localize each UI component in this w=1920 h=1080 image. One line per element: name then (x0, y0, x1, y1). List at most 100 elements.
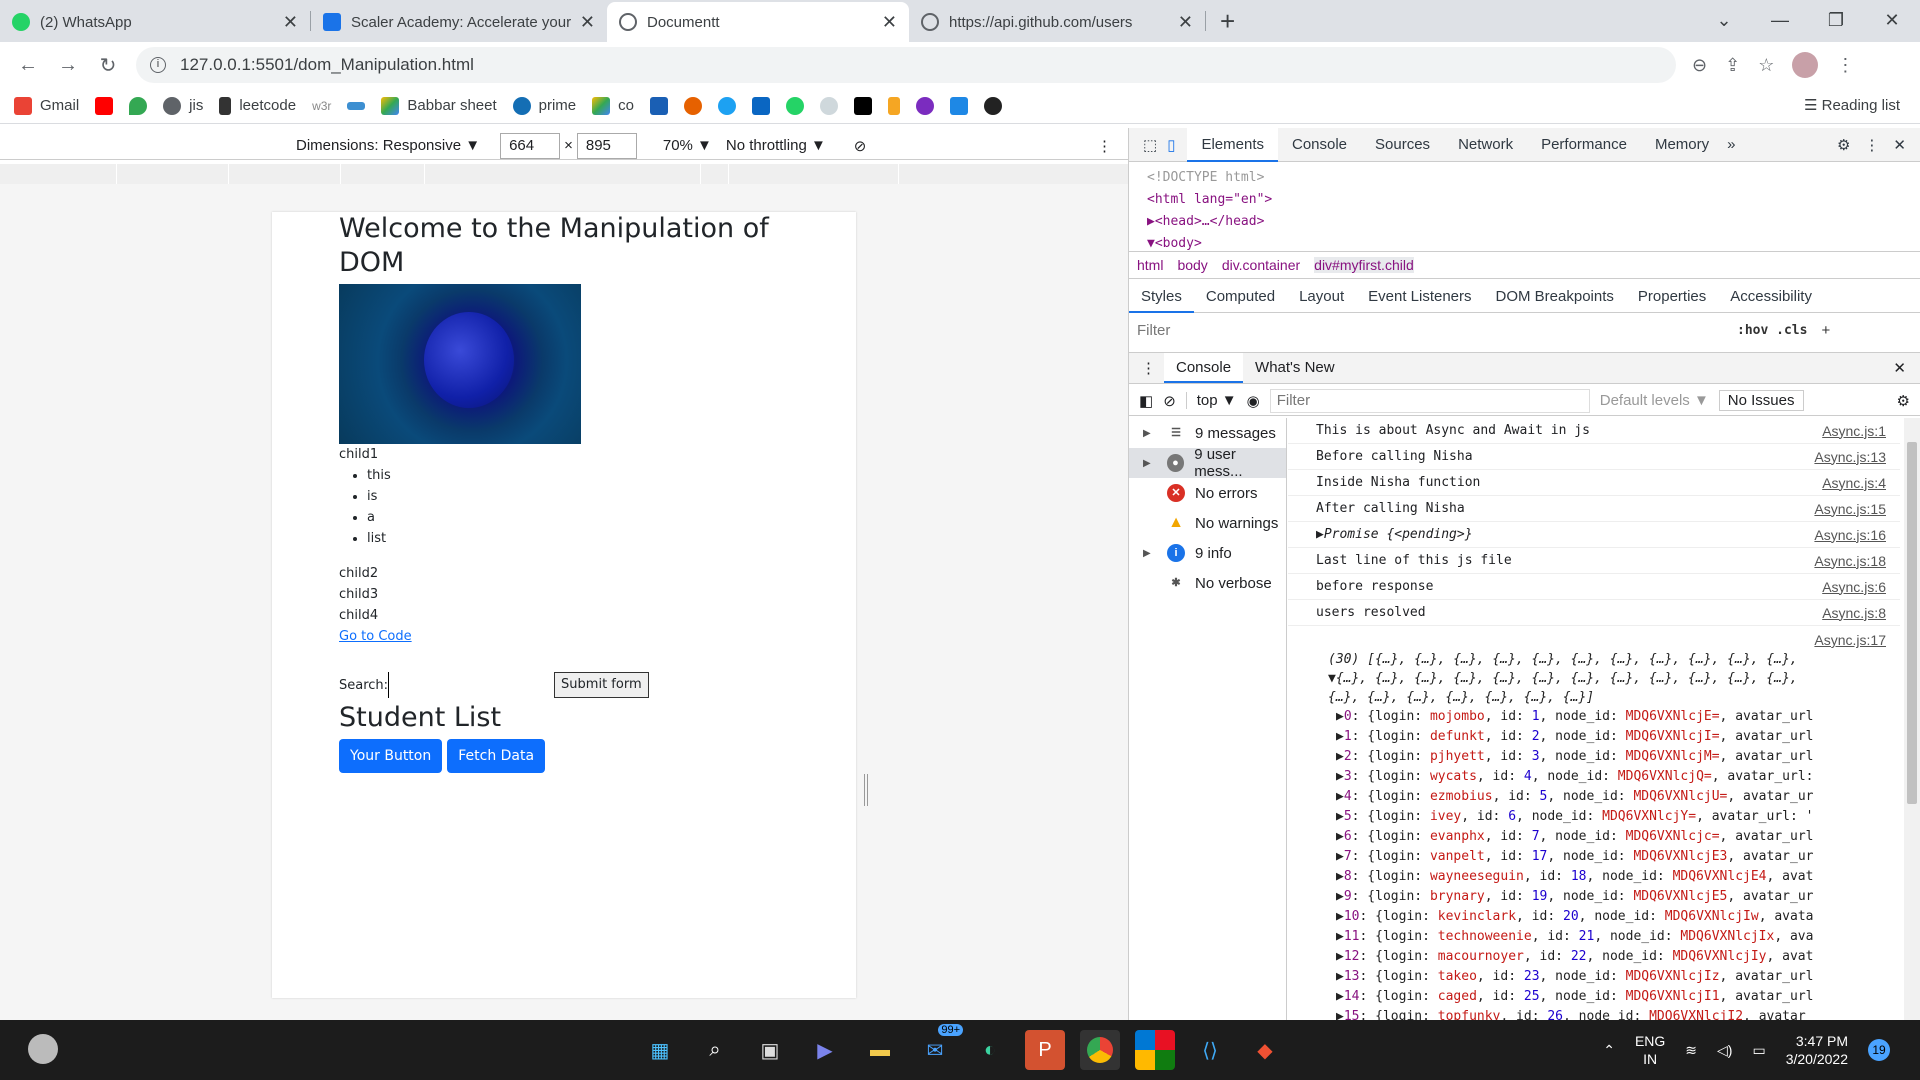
bookmark-unknown[interactable] (347, 101, 366, 110)
user-entry[interactable]: ▶15: {login: topfunky, id: 26, node_id: … (1288, 1007, 1900, 1020)
source-link[interactable]: Async.js:6 (1822, 579, 1886, 595)
powerpoint-icon[interactable]: P (1025, 1030, 1065, 1070)
clear-console-icon[interactable]: ⊘ (1163, 392, 1176, 410)
styles-filter-input[interactable]: Filter (1137, 322, 1737, 339)
sidebar-item-messages[interactable]: ▶ ☰ 9 messages (1129, 418, 1286, 448)
weather-icon[interactable] (28, 1034, 58, 1064)
bookmark-icon-6[interactable] (916, 96, 934, 115)
bookmark-icon-7[interactable] (950, 96, 968, 115)
user-entry[interactable]: ▶13: {login: takeo, id: 23, node_id: MDQ… (1288, 967, 1900, 987)
user-entry[interactable]: ▶8: {login: wayneeseguin, id: 18, node_i… (1288, 867, 1900, 887)
height-input[interactable]: 895 (576, 132, 637, 159)
user-entry[interactable]: ▶2: {login: pjhyett, id: 3, node_id: MDQ… (1288, 747, 1900, 767)
user-entry[interactable]: ▶12: {login: macournoyer, id: 22, node_i… (1288, 947, 1900, 967)
user-entry[interactable]: ▶5: {login: ivey, id: 6, node_id: MDQ6VX… (1288, 807, 1900, 827)
new-tab-button[interactable]: + (1220, 6, 1235, 37)
reading-list[interactable]: ☰ Reading list (1804, 96, 1900, 114)
tab-console[interactable]: Console (1278, 128, 1361, 162)
throttle-select[interactable]: No throttling ▼ (726, 137, 826, 154)
levels-select[interactable]: Default levels ▼ (1600, 392, 1709, 409)
drawer-tab-console[interactable]: Console (1164, 353, 1244, 383)
avatar[interactable] (1792, 52, 1819, 78)
store-icon[interactable] (1135, 1030, 1175, 1070)
source-link[interactable]: Async.js:4 (1822, 475, 1886, 491)
bookmark-prime[interactable]: prime (512, 96, 576, 115)
tab-properties[interactable]: Properties (1626, 288, 1718, 305)
bookmark-youtube[interactable] (95, 96, 114, 115)
more-icon[interactable]: ⋮ (1097, 137, 1112, 155)
crumb[interactable]: html (1137, 257, 1163, 273)
chrome-icon[interactable] (1080, 1030, 1120, 1070)
user-entry[interactable]: ▶1: {login: defunkt, id: 2, node_id: MDQ… (1288, 727, 1900, 747)
forward-icon[interactable]: → (48, 54, 88, 77)
go-to-code-link[interactable]: Go to Code (339, 629, 412, 644)
tab-network[interactable]: Network (1444, 128, 1527, 162)
more-icon[interactable]: ⋮ (1864, 136, 1879, 154)
vscode-icon[interactable]: ⟨⟩ (1190, 1030, 1230, 1070)
source-link[interactable]: Async.js:13 (1814, 449, 1886, 465)
sidebar-toggle-icon[interactable]: ◧ (1139, 392, 1153, 410)
sidebar-item-user-messages[interactable]: ▶ ● 9 user mess... (1129, 446, 1286, 480)
close-icon[interactable]: ✕ (283, 12, 298, 33)
user-entry[interactable]: ▶10: {login: kevinclark, id: 20, node_id… (1288, 907, 1900, 927)
task-view-icon[interactable]: ▣ (750, 1030, 790, 1070)
bookmark-icon-5[interactable] (888, 96, 900, 115)
gear-icon[interactable]: ⚙ (1837, 136, 1850, 154)
sidebar-item-warnings[interactable]: ▲ No warnings (1129, 508, 1286, 538)
dom-line[interactable]: <!DOCTYPE html> (1147, 167, 1902, 189)
info-icon[interactable]: i (150, 57, 166, 73)
bookmark-icon-4[interactable] (854, 96, 872, 115)
sidebar-item-errors[interactable]: ✕ No errors (1129, 478, 1286, 508)
tab-layout[interactable]: Layout (1287, 288, 1356, 305)
user-entry[interactable]: ▶11: {login: technoweenie, id: 21, node_… (1288, 927, 1900, 947)
crumb[interactable]: body (1177, 257, 1207, 273)
rotate-icon[interactable]: ⊘ (854, 137, 867, 155)
notification-badge[interactable]: 19 (1868, 1039, 1890, 1061)
bookmark-co[interactable]: co (592, 96, 634, 115)
tab-performance[interactable]: Performance (1527, 128, 1641, 162)
source-link[interactable]: Async.js:1 (1822, 423, 1886, 439)
star-icon[interactable]: ☆ (1758, 55, 1774, 76)
language-indicator[interactable]: ENG IN (1635, 1032, 1665, 1068)
tab-styles[interactable]: Styles (1129, 281, 1194, 313)
console-scrollbar[interactable] (1904, 418, 1920, 1020)
fetch-data-button[interactable]: Fetch Data (447, 739, 546, 773)
mail-icon[interactable]: ✉ 99+ (915, 1024, 963, 1070)
add-rule-icon[interactable]: + (1821, 322, 1830, 339)
battery-icon[interactable]: ▭ (1752, 1042, 1765, 1059)
tab-search-icon[interactable]: ⌄ (1696, 10, 1752, 31)
crumb[interactable]: div.container (1222, 257, 1300, 273)
source-link[interactable]: Async.js:15 (1814, 501, 1886, 517)
user-entry[interactable]: ▶7: {login: vanpelt, id: 17, node_id: MD… (1288, 847, 1900, 867)
volume-icon[interactable]: ◁) (1717, 1042, 1732, 1059)
reload-icon[interactable]: ↻ (88, 53, 128, 78)
issues-button[interactable]: No Issues (1718, 390, 1804, 411)
wifi-icon[interactable]: ≋ (1685, 1042, 1697, 1059)
log-text[interactable]: ▶Promise {<pending>} (1316, 527, 1473, 542)
user-entry[interactable]: ▶9: {login: brynary, id: 19, node_id: MD… (1288, 887, 1900, 907)
bookmark-w3r[interactable]: w3r (312, 99, 331, 113)
sidebar-item-verbose[interactable]: ✱ No verbose (1129, 568, 1286, 598)
back-icon[interactable]: ← (8, 54, 48, 77)
bookmark-leetcode[interactable]: leetcode (219, 96, 296, 115)
your-button[interactable]: Your Button (339, 739, 443, 773)
tab-elements[interactable]: Elements (1187, 127, 1278, 162)
user-entry[interactable]: ▶14: {login: caged, id: 25, node_id: MDQ… (1288, 987, 1900, 1007)
share-icon[interactable]: ⇪ (1725, 55, 1740, 76)
resize-handle[interactable] (864, 774, 868, 806)
close-icon[interactable]: ✕ (580, 12, 595, 33)
menu-icon[interactable]: ⋮ (1836, 55, 1854, 76)
source-link[interactable]: Async.js:16 (1814, 527, 1886, 543)
submit-button[interactable]: Submit form (554, 672, 649, 698)
zoom-icon[interactable]: ⊖ (1692, 55, 1707, 76)
edge-icon[interactable]: ◐ (970, 1030, 1010, 1070)
dimensions-select[interactable]: Dimensions: Responsive ▼ (296, 137, 480, 154)
drawer-menu-icon[interactable]: ⋮ (1141, 359, 1156, 377)
close-icon[interactable]: ✕ (1893, 136, 1906, 154)
dom-line[interactable]: ▶<head>…</head> (1147, 211, 1902, 233)
source-link[interactable]: Async.js:8 (1822, 605, 1886, 621)
bookmark-icon-1[interactable] (650, 96, 668, 115)
bookmark-twitter[interactable] (718, 96, 736, 115)
gear-icon[interactable]: ⚙ (1897, 392, 1910, 410)
search-icon[interactable]: ⌕ (695, 1030, 735, 1070)
